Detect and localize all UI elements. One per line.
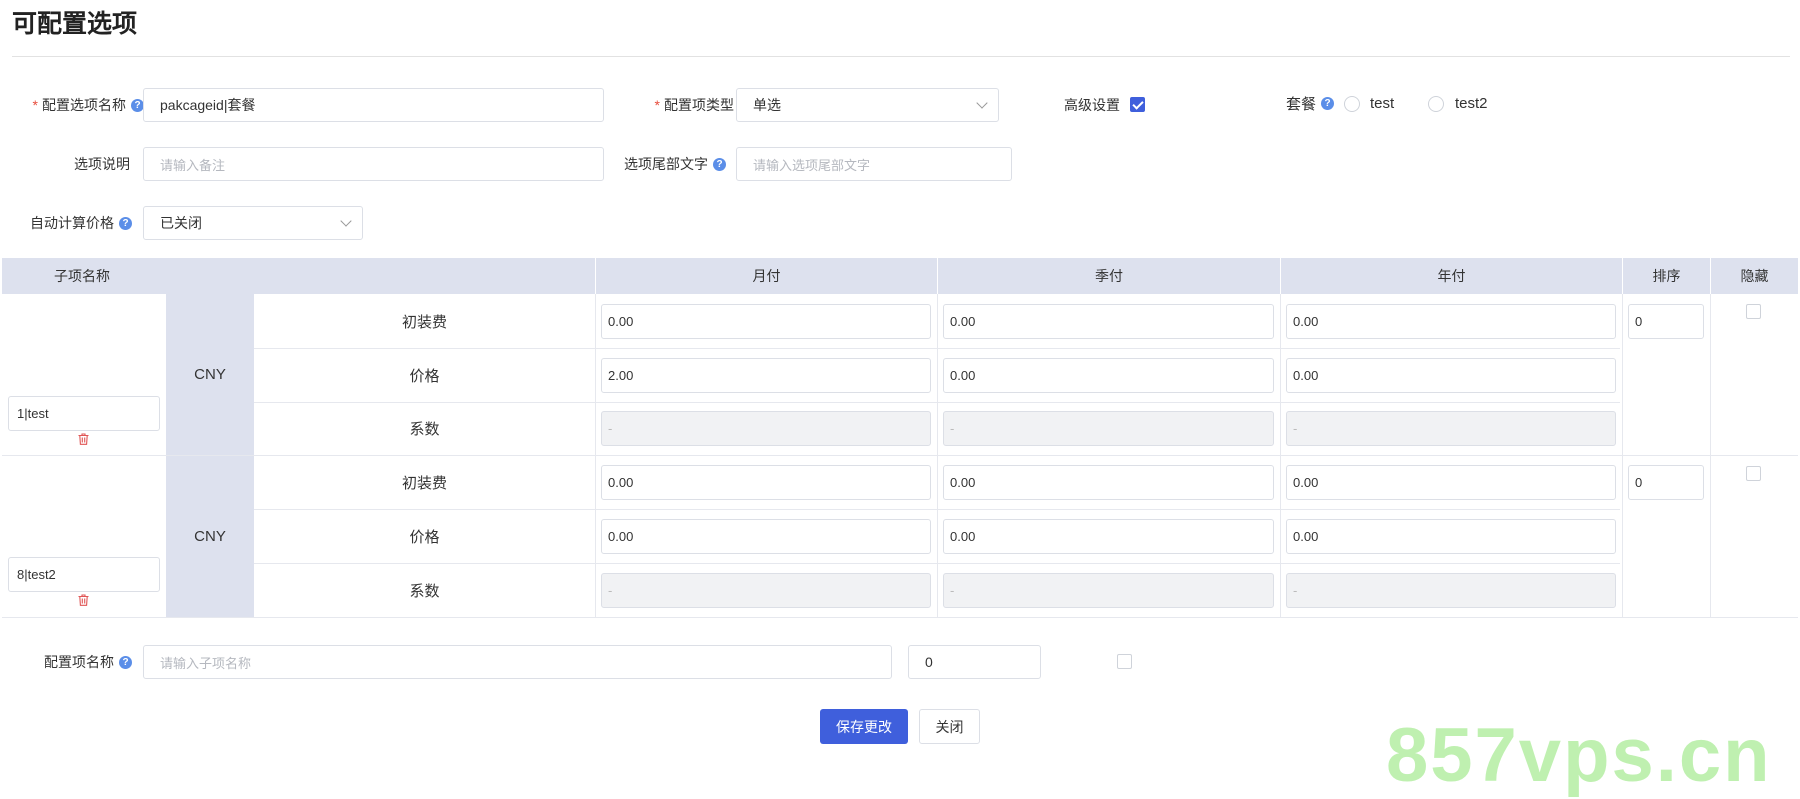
auto-price-label-text: 自动计算价格 [30, 215, 114, 231]
option-type-label-text: 配置项类型 [664, 97, 734, 113]
yearly-price-input[interactable]: 0.00 [1286, 358, 1616, 393]
yearly-factor-input: - [1286, 411, 1616, 446]
header-yearly: 年付 [1437, 268, 1466, 284]
quarterly-price-input[interactable]: 0.00 [943, 519, 1274, 554]
description-label: 选项说明 [74, 156, 130, 172]
fee-label: 初装费 [401, 313, 447, 331]
option-type-select[interactable]: 单选 [736, 88, 999, 122]
fee-label: 系数 [409, 582, 440, 600]
close-button[interactable]: 关闭 [919, 709, 980, 744]
trash-icon[interactable] [78, 433, 89, 445]
option-name-input[interactable]: pakcageid|套餐 [143, 88, 604, 122]
question-circle-icon[interactable]: ? [119, 655, 132, 669]
chevron-down-icon [340, 215, 352, 227]
option-type-value: 单选 [753, 97, 781, 113]
monthly-setup-input[interactable]: 0.00 [601, 465, 931, 500]
table-header: 子项名称 月付 季付 年付 排序 隐藏 [2, 258, 1798, 294]
required-mark: * [654, 97, 660, 113]
auto-price-value: 已关闭 [160, 215, 202, 231]
save-button[interactable]: 保存更改 [820, 709, 908, 744]
yearly-setup-input[interactable]: 0.00 [1286, 465, 1616, 500]
new-item-label-text: 配置项名称 [44, 654, 114, 670]
auto-price-label: 自动计算价格 ? [12, 206, 132, 240]
yearly-factor-input: - [1286, 573, 1616, 608]
monthly-setup-input[interactable]: 0.00 [601, 304, 931, 339]
quarterly-setup-input[interactable]: 0.00 [943, 304, 1274, 339]
header-sort: 排序 [1652, 268, 1681, 284]
quarterly-factor-input: - [943, 411, 1274, 446]
header-quarterly: 季付 [1095, 268, 1123, 284]
fee-label: 初装费 [401, 475, 447, 492]
item-name-input[interactable]: 8|test2 [8, 557, 160, 592]
fee-label: 系数 [409, 421, 440, 438]
package-label-text: 套餐 [1285, 95, 1316, 113]
hidden-checkbox[interactable] [1746, 304, 1761, 319]
yearly-price-input[interactable]: 0.00 [1286, 519, 1616, 554]
row-divider [2, 617, 1798, 618]
quarterly-price-input[interactable]: 0.00 [943, 358, 1274, 393]
option-type-label: * 配置项类型 [620, 88, 734, 122]
new-item-label: 配置项名称 ? [12, 645, 132, 679]
currency-cell: CNY [166, 294, 254, 455]
package-option-test2: test2 [1455, 95, 1488, 112]
suffix-label: 选项尾部文字 ? [610, 147, 726, 181]
watermark: 857vps.cn [1386, 713, 1772, 798]
question-circle-icon[interactable]: ? [119, 216, 132, 230]
required-mark: * [32, 97, 38, 113]
new-item-sort-input[interactable]: 0 [908, 645, 1041, 679]
chevron-down-icon [976, 97, 988, 109]
question-circle-icon[interactable]: ? [713, 157, 726, 171]
option-name-label: * 配置选项名称 ? [12, 88, 144, 122]
trash-icon[interactable] [78, 594, 89, 606]
advanced-label: 高级设置 [1064, 97, 1120, 113]
package-radio-test2[interactable] [1428, 96, 1444, 112]
col-divider [1280, 294, 1281, 617]
advanced-checkbox[interactable] [1130, 97, 1145, 112]
sort-input[interactable]: 0 [1628, 304, 1704, 339]
item-name-input[interactable]: 1|test [8, 396, 160, 431]
fee-label: 价格 [409, 528, 440, 546]
monthly-factor-input: - [601, 411, 931, 446]
suffix-label-text: 选项尾部文字 [624, 156, 708, 172]
package-option-test: test [1370, 95, 1395, 112]
currency-cell: CNY [166, 456, 254, 617]
col-divider [595, 294, 596, 617]
col-divider [1622, 294, 1623, 617]
quarterly-factor-input: - [943, 573, 1274, 608]
title-divider [12, 56, 1790, 57]
fee-label: 价格 [409, 367, 440, 385]
hidden-checkbox[interactable] [1746, 466, 1761, 481]
package-radio-test[interactable] [1344, 96, 1360, 112]
suffix-input[interactable]: 请输入选项尾部文字 [736, 147, 1012, 181]
yearly-setup-input[interactable]: 0.00 [1286, 304, 1616, 339]
header-hidden: 隐藏 [1740, 268, 1769, 284]
monthly-factor-input: - [601, 573, 931, 608]
new-item-name-input[interactable]: 请输入子项名称 [143, 645, 892, 679]
package-label: 套餐 ? [1270, 86, 1334, 120]
monthly-price-input[interactable]: 2.00 [601, 358, 931, 393]
description-input[interactable]: 请输入备注 [143, 147, 604, 181]
quarterly-setup-input[interactable]: 0.00 [943, 465, 1274, 500]
new-item-hidden-checkbox[interactable] [1117, 654, 1132, 669]
option-name-label-text: 配置选项名称 [42, 97, 126, 113]
page-title: 可配置选项 [12, 10, 138, 38]
sort-input[interactable]: 0 [1628, 465, 1704, 500]
header-name: 子项名称 [54, 268, 110, 284]
header-monthly: 月付 [752, 268, 781, 284]
col-divider [937, 294, 938, 617]
question-circle-icon[interactable]: ? [1321, 96, 1334, 110]
col-divider [1710, 294, 1711, 617]
auto-price-select[interactable]: 已关闭 [143, 206, 363, 240]
monthly-price-input[interactable]: 0.00 [601, 519, 931, 554]
